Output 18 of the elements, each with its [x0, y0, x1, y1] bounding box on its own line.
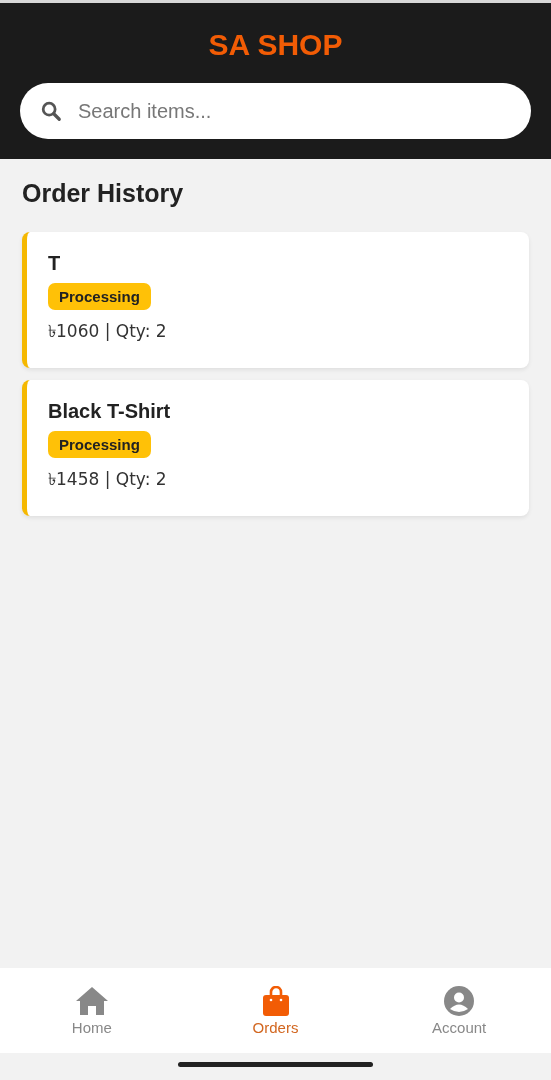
nav-tab[interactable]: Orders — [183, 984, 368, 1037]
nav-tab[interactable]: Home — [0, 984, 184, 1037]
search-field[interactable]: Search items... — [20, 83, 531, 139]
order-card[interactable]: T Processing ৳1060 | Qty: 2 — [22, 232, 529, 368]
order-price-quantity: ৳1458 | Qty: 2 — [48, 468, 167, 491]
status-badge: Processing — [48, 283, 151, 310]
status-badge: Processing — [48, 431, 151, 458]
nav-tab[interactable]: Account — [367, 984, 551, 1037]
order-card[interactable]: Black T-Shirt Processing ৳1458 | Qty: 2 — [22, 380, 529, 516]
search-icon — [40, 100, 62, 122]
user-avatar-icon — [444, 985, 475, 1016]
order-price-quantity: ৳1060 | Qty: 2 — [48, 320, 167, 343]
house-icon — [74, 985, 109, 1016]
order-name: Black T-Shirt — [48, 400, 171, 423]
app-title: SA SHOP — [208, 29, 343, 61]
shopping-bag-icon — [262, 985, 289, 1016]
order-name: T — [48, 252, 61, 275]
page-title: Order History — [22, 179, 185, 208]
